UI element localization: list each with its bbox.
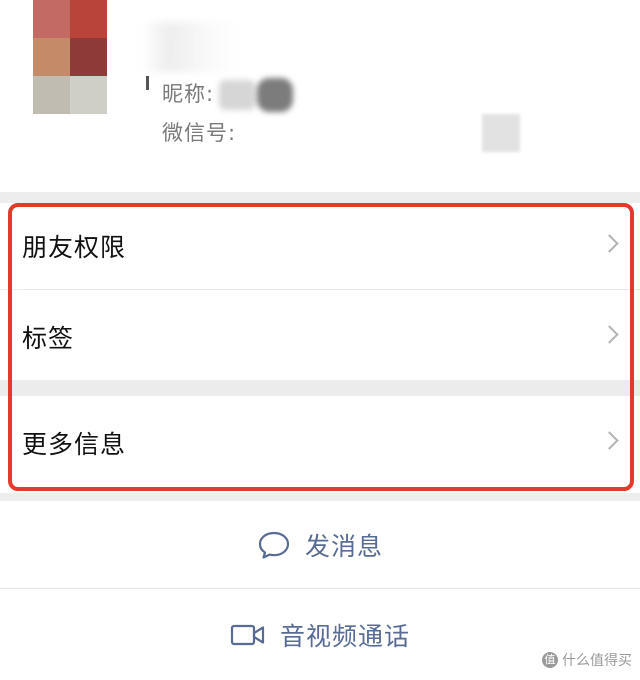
watermark: 值 什么值得买 — [542, 650, 632, 670]
chevron-right-icon — [600, 325, 619, 344]
nickname-label: 昵称: — [162, 82, 215, 106]
section-gap — [0, 380, 640, 396]
profile-header: 昵称: 微信号: — [0, 0, 640, 192]
chat-bubble-icon — [258, 531, 290, 559]
chevron-right-icon — [600, 234, 619, 253]
name-mark — [146, 76, 149, 90]
wechat-id-value-redacted — [482, 114, 520, 152]
nickname-value-redacted — [217, 74, 297, 116]
wechat-id-label: 微信号: — [162, 121, 237, 145]
avatar[interactable] — [33, 0, 107, 114]
friend-permissions-item[interactable]: 朋友权限 — [0, 203, 640, 289]
more-info-label: 更多信息 — [22, 430, 127, 459]
watermark-logo-icon: 值 — [542, 652, 558, 668]
video-camera-icon — [230, 624, 265, 645]
display-name-redacted — [140, 22, 240, 72]
send-message-button[interactable]: 发消息 — [0, 501, 640, 588]
chevron-right-icon — [600, 431, 619, 450]
watermark-text: 什么值得买 — [562, 653, 632, 669]
av-call-label: 音视频通话 — [279, 621, 410, 651]
send-message-label: 发消息 — [304, 531, 383, 561]
friend-permissions-label: 朋友权限 — [22, 233, 127, 262]
more-info-item[interactable]: 更多信息 — [0, 396, 640, 493]
contact-options-menu: 朋友权限 标签 更多信息 — [0, 203, 640, 493]
tags-label: 标签 — [22, 324, 75, 353]
tags-item[interactable]: 标签 — [0, 290, 640, 380]
